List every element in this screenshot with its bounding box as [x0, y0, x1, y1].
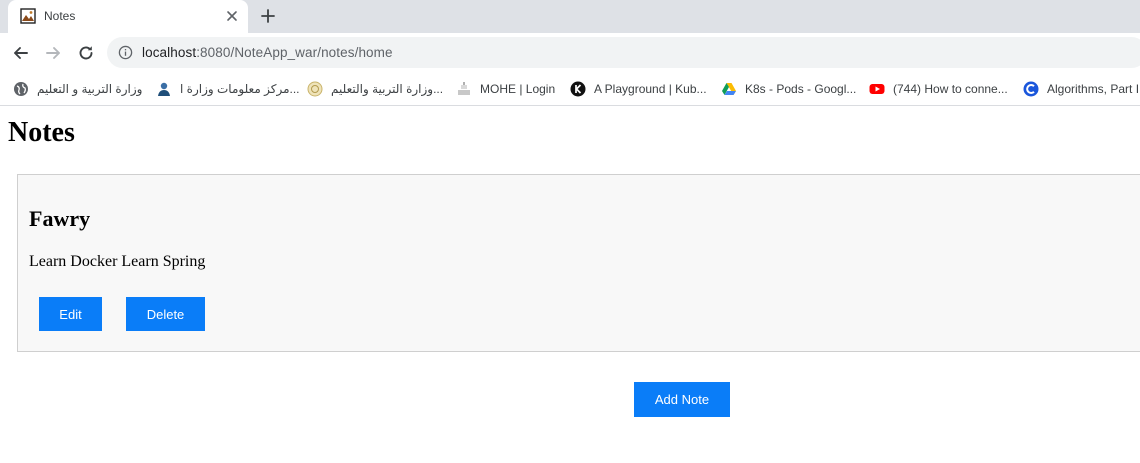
add-note-button[interactable]: Add Note — [634, 382, 730, 417]
bookmark-item[interactable]: وزارة التربية و التعليم — [13, 80, 142, 98]
drive-icon — [722, 83, 736, 95]
tab-strip: Notes — [0, 0, 1140, 33]
bookmark-item[interactable]: A Playground | Kub... — [570, 80, 707, 98]
url-text[interactable]: localhost:8080/NoteApp_war/notes/home — [142, 45, 393, 60]
new-tab-plus-icon[interactable] — [258, 6, 278, 26]
close-icon[interactable] — [224, 8, 240, 24]
bookmark-label: Algorithms, Part I — [1047, 82, 1140, 96]
bookmark-item[interactable]: Algorithms, Part I — [1023, 80, 1139, 98]
reload-icon[interactable] — [76, 43, 96, 63]
browser-tab[interactable]: Notes — [8, 0, 248, 33]
bookmark-label: وزارة التربية و التعليم — [37, 82, 143, 96]
edit-button[interactable]: Edit — [39, 297, 102, 331]
k-logo-icon — [570, 81, 586, 97]
bookmark-label: مركز معلومات وزارة ا... — [180, 82, 300, 96]
note-body: Learn Docker Learn Spring — [29, 253, 206, 270]
browser-toolbar: localhost:8080/NoteApp_war/notes/home — [0, 33, 1140, 72]
bookmark-item[interactable]: MOHE | Login — [456, 80, 555, 98]
image-favicon-icon — [20, 8, 36, 24]
mohe-icon — [458, 82, 470, 95]
note-card: Fawry Learn Docker Learn Spring Edit Del… — [17, 174, 1140, 352]
bookmark-item[interactable]: (744) How to conne... — [869, 80, 1008, 98]
url-path: :8080/NoteApp_war/notes/home — [196, 45, 393, 60]
back-arrow-icon[interactable] — [11, 43, 31, 63]
note-title: Fawry — [29, 206, 91, 231]
bookmark-item[interactable]: K8s - Pods - Googl... — [721, 80, 856, 98]
info-icon[interactable] — [118, 45, 133, 60]
bookmarks-bar: وزارة التربية و التعليم مركز معلومات وزا… — [0, 72, 1140, 106]
page-title: Notes — [8, 117, 75, 148]
bookmark-label: (744) How to conne... — [893, 82, 1008, 96]
forward-arrow-icon[interactable] — [43, 43, 63, 63]
bookmark-item[interactable]: وزارة التربية والتعليم... — [307, 80, 443, 98]
tab-title: Notes — [44, 9, 76, 23]
bookmark-item[interactable]: مركز معلومات وزارة ا... — [156, 80, 300, 98]
url-host: localhost — [142, 45, 197, 60]
delete-button[interactable]: Delete — [126, 297, 205, 331]
bookmark-label: MOHE | Login — [480, 82, 556, 96]
globe-icon — [14, 82, 28, 96]
emblem-icon — [307, 81, 323, 97]
bookmark-label: K8s - Pods - Googl... — [745, 82, 857, 96]
address-bar[interactable]: localhost:8080/NoteApp_war/notes/home — [107, 37, 1140, 68]
youtube-icon — [869, 84, 885, 94]
c-logo-icon — [1023, 81, 1039, 97]
bookmark-label: وزارة التربية والتعليم... — [331, 82, 444, 96]
bookmark-label: A Playground | Kub... — [594, 82, 707, 96]
person-icon — [158, 82, 170, 96]
